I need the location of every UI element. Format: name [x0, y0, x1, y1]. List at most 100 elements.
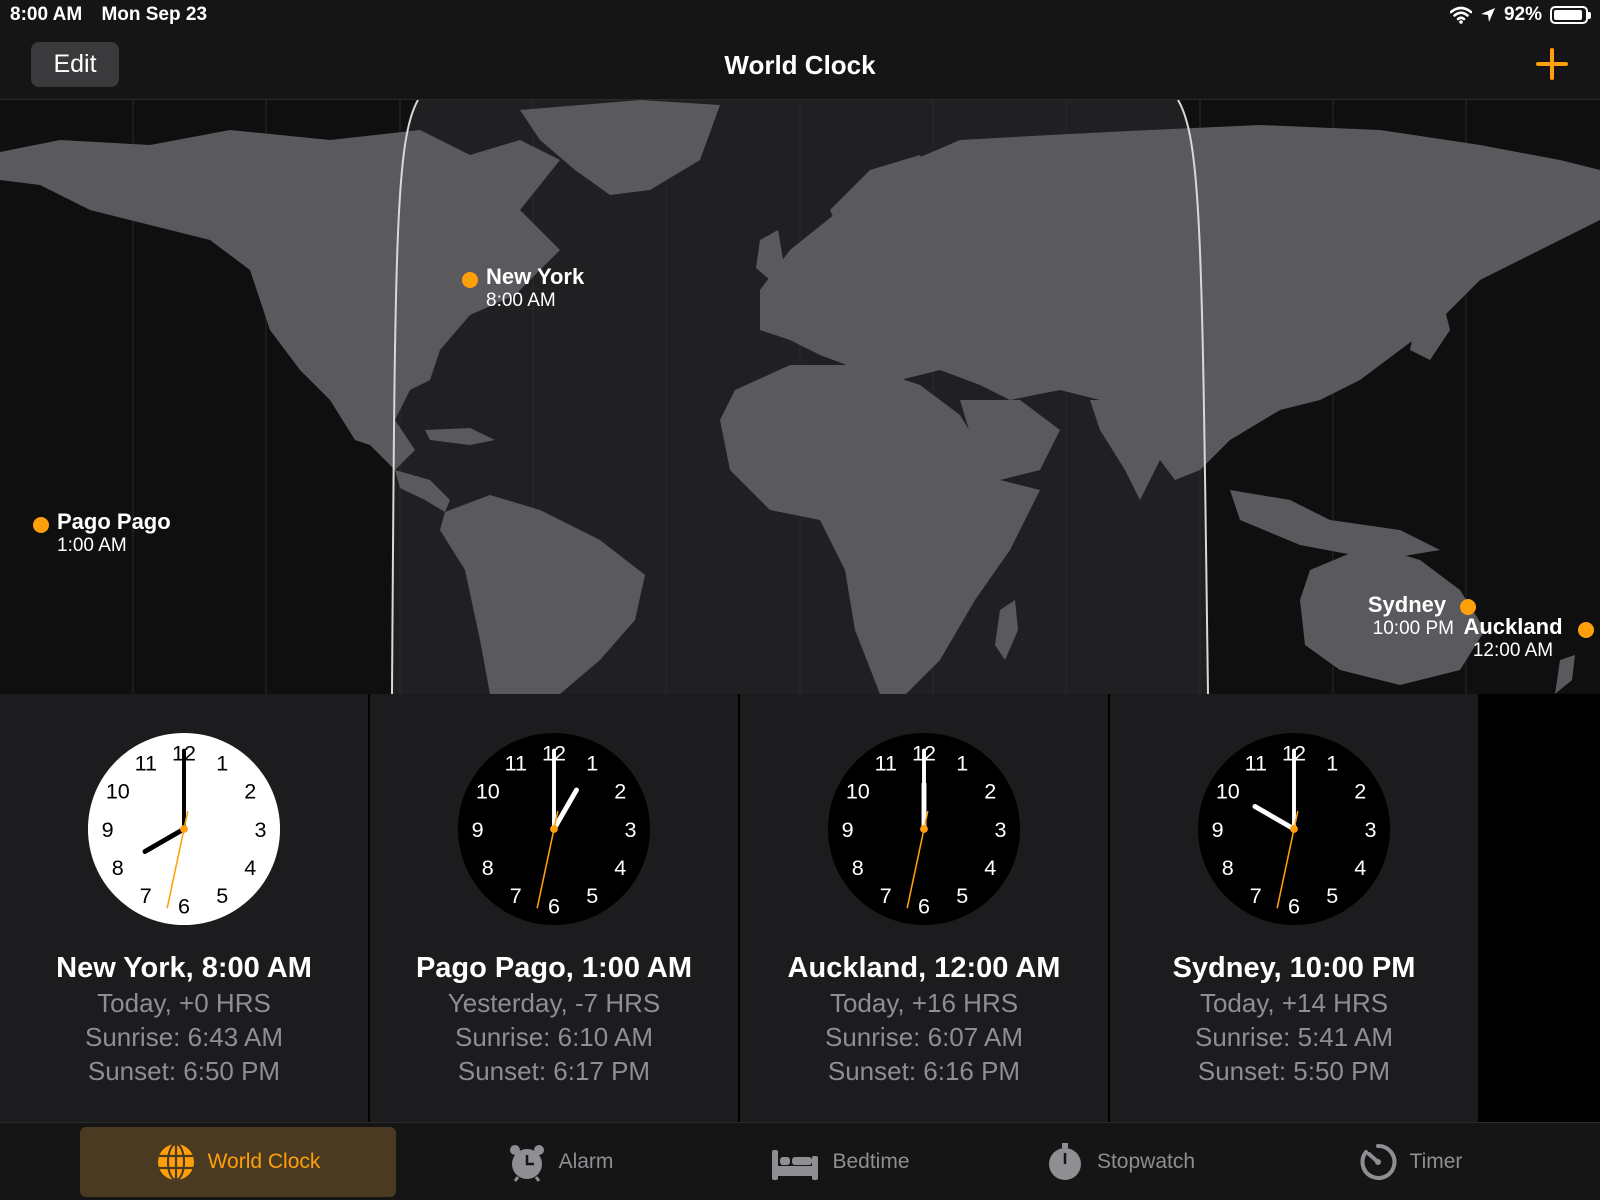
clock-center-pin — [920, 825, 928, 833]
clock-city-time: New York, 8:00 AM — [56, 952, 312, 984]
city-marker-dot — [1460, 599, 1476, 615]
city-marker-dot — [462, 272, 478, 288]
battery-fill — [1554, 10, 1582, 20]
clock-numeral: 3 — [624, 817, 636, 842]
clock-city-time: Pago Pago, 1:00 AM — [415, 952, 693, 984]
clock-numeral: 8 — [112, 855, 124, 880]
map-city-time: 8:00 AM — [486, 290, 556, 311]
clock-day-offset: Yesterday, -7 HRS — [447, 988, 661, 1018]
clock-sunrise: Sunrise: 6:43 AM — [85, 1022, 283, 1052]
analog-clock: 123456789101112 — [1197, 732, 1391, 926]
tab-stopwatch[interactable]: Stopwatch — [1000, 1127, 1240, 1197]
clock-numeral: 8 — [482, 855, 494, 880]
clock-numeral: 6 — [918, 893, 930, 918]
clock-numeral: 2 — [984, 779, 996, 804]
world-map: New York 8:00 AM Pago Pago 1:00 AM Sydne… — [0, 100, 1600, 694]
tab-label: World Clock — [207, 1150, 321, 1173]
alarm-clock-icon — [509, 1145, 544, 1182]
clock-numeral: 6 — [1288, 893, 1300, 918]
location-arrow-icon — [1480, 8, 1495, 22]
clock-numeral: 10 — [476, 779, 500, 804]
clock-numeral: 7 — [1250, 883, 1262, 908]
clock-card-pago-pago[interactable]: 123456789101112 Pago Pago, 1:00 AM Yeste… — [370, 694, 739, 1122]
clock-numeral: 3 — [994, 817, 1006, 842]
map-city-name: Pago Pago — [57, 509, 171, 534]
tab-world-clock[interactable]: World Clock — [80, 1127, 396, 1197]
clock-day-offset: Today, +14 HRS — [1199, 988, 1389, 1018]
map-city-auckland[interactable]: Auckland 12:00 AM — [1456, 614, 1594, 662]
status-bar: 8:00 AM Mon Sep 23 92% — [0, 0, 1600, 30]
tab-bedtime[interactable]: Bedtime — [720, 1127, 960, 1197]
map-city-sydney[interactable]: Sydney 10:00 PM — [1360, 592, 1476, 640]
clock-numeral: 8 — [852, 855, 864, 880]
map-city-name: Auckland — [1463, 614, 1563, 639]
clock-center-pin — [1290, 825, 1298, 833]
clock-numeral: 3 — [1364, 817, 1376, 842]
status-left: 8:00 AM Mon Sep 23 — [10, 4, 221, 26]
clock-numeral: 1 — [586, 751, 598, 776]
stopwatch-icon — [1048, 1143, 1081, 1180]
clock-numeral: 7 — [140, 883, 152, 908]
southeast-asia-islands — [1230, 490, 1440, 560]
clock-numeral: 2 — [1354, 779, 1366, 804]
clock-numeral: 3 — [254, 817, 266, 842]
battery-percent: 92% — [1503, 4, 1542, 25]
navigation-bar: Edit World Clock — [0, 30, 1600, 100]
clock-numeral: 2 — [244, 779, 256, 804]
map-city-time: 1:00 AM — [57, 535, 127, 556]
clock-numeral: 9 — [102, 817, 114, 842]
tab-bar: World Clock Alarm Bedtime Stopwatch Time… — [0, 1122, 1600, 1200]
map-city-name: New York — [486, 264, 585, 289]
status-date: Mon Sep 23 — [101, 4, 208, 25]
clock-sunrise: Sunrise: 6:10 AM — [455, 1022, 653, 1052]
clock-numeral: 9 — [472, 817, 484, 842]
bed-icon — [772, 1150, 819, 1180]
add-city-button[interactable] — [1534, 46, 1570, 82]
clock-sunset: Sunset: 6:50 PM — [87, 1056, 281, 1086]
clock-numeral: 11 — [135, 751, 157, 776]
clock-numeral: 10 — [1216, 779, 1240, 804]
clock-numeral: 6 — [548, 893, 560, 918]
tab-alarm[interactable]: Alarm — [440, 1127, 680, 1197]
map-city-pago-pago[interactable]: Pago Pago 1:00 AM — [33, 509, 171, 557]
clock-card-new-york[interactable]: 123456789101112 New York, 8:00 AM Today,… — [0, 694, 369, 1122]
timer-icon — [1360, 1143, 1397, 1180]
map-city-name: Sydney — [1367, 592, 1447, 617]
tab-label: Timer — [1409, 1150, 1463, 1173]
clock-numeral: 5 — [586, 883, 598, 908]
status-time: 8:00 AM — [10, 4, 83, 25]
clock-numeral: 10 — [106, 779, 130, 804]
map-city-time: 10:00 PM — [1372, 618, 1454, 639]
clock-numeral: 1 — [956, 751, 968, 776]
clock-numeral: 5 — [216, 883, 228, 908]
clock-center-pin — [180, 825, 188, 833]
clock-numeral: 1 — [1326, 751, 1338, 776]
clock-day-offset: Today, +0 HRS — [97, 988, 271, 1018]
tab-label: Bedtime — [832, 1150, 910, 1173]
clock-card-auckland[interactable]: 123456789101112 Auckland, 12:00 AM Today… — [740, 694, 1109, 1122]
analog-clock: 123456789101112 — [457, 732, 651, 926]
clock-center-pin — [550, 825, 558, 833]
clock-numeral: 1 — [216, 751, 228, 776]
clock-numeral: 11 — [1245, 751, 1267, 776]
clock-sunrise: Sunrise: 6:07 AM — [825, 1022, 1023, 1052]
clock-sunrise: Sunrise: 5:41 AM — [1195, 1022, 1393, 1052]
status-right: 92% — [1449, 4, 1591, 26]
page-title: World Clock — [724, 50, 876, 80]
clock-numeral: 2 — [614, 779, 626, 804]
clock-numeral: 5 — [1326, 883, 1338, 908]
globe-icon — [157, 1142, 194, 1182]
map-city-time: 12:00 AM — [1472, 640, 1554, 661]
tab-label: Alarm — [558, 1150, 614, 1173]
clock-card-sydney[interactable]: 123456789101112 Sydney, 10:00 PM Today, … — [1110, 694, 1479, 1122]
battery-icon — [1550, 6, 1591, 24]
analog-clock: 123456789101112 — [87, 732, 281, 926]
tab-timer[interactable]: Timer — [1290, 1127, 1530, 1197]
clock-numeral: 11 — [505, 751, 527, 776]
clock-list: 123456789101112 New York, 8:00 AM Today,… — [0, 694, 1600, 1122]
clock-numeral: 7 — [510, 883, 522, 908]
clock-numeral: 4 — [984, 855, 996, 880]
clock-numeral: 5 — [956, 883, 968, 908]
wifi-icon — [1449, 6, 1472, 24]
map-city-new-york[interactable]: New York 8:00 AM — [462, 264, 584, 312]
